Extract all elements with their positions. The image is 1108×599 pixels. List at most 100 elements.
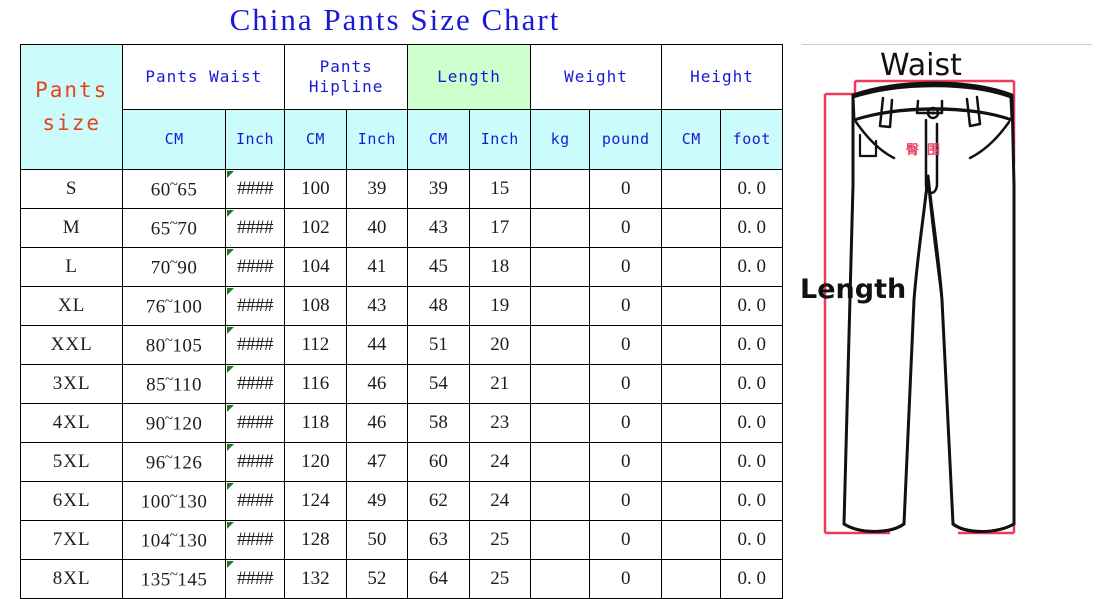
cell-length-inch: 19	[469, 287, 530, 326]
cell-length-inch: 17	[469, 209, 530, 248]
diagram-label-length: Length	[800, 274, 906, 305]
header-unit-height-cm: CM	[662, 109, 721, 169]
cell-length-inch: 24	[469, 482, 530, 521]
cell-waist-inch-text: ####	[237, 568, 273, 589]
cell-hip-inch: 46	[346, 365, 407, 404]
diagram-label-waist: Waist	[880, 48, 962, 83]
cell-hip-cm: 128	[285, 521, 346, 560]
cell-hip-inch: 49	[346, 482, 407, 521]
cell-weight-pound: 0	[590, 521, 662, 560]
cell-waist-cm: 104~130	[123, 521, 225, 560]
cell-height-foot: 0. 0	[721, 170, 783, 209]
cell-hip-cm: 102	[285, 209, 346, 248]
header-unit-waist-inch: Inch	[225, 109, 284, 169]
header-unit-height-foot: foot	[721, 109, 783, 169]
cell-hip-inch: 52	[346, 560, 407, 599]
cell-waist-inch: ####	[225, 248, 284, 287]
cell-height-cm	[662, 326, 721, 365]
cell-hip-cm: 118	[285, 404, 346, 443]
cell-hip-inch: 50	[346, 521, 407, 560]
cell-weight-kg	[530, 248, 589, 287]
cell-length-inch: 20	[469, 326, 530, 365]
cell-size: 5XL	[21, 443, 123, 482]
size-chart-page: China Pants Size Chart Pants	[0, 0, 1108, 585]
cell-weight-kg	[530, 326, 589, 365]
cell-length-cm: 63	[408, 521, 469, 560]
cell-waist-inch: ####	[225, 209, 284, 248]
cell-waist-inch-text: ####	[237, 412, 273, 433]
header-pants-size-line1: Pants	[21, 74, 122, 107]
header-group-weight: Weight	[530, 45, 661, 110]
cell-height-foot: 0. 0	[721, 287, 783, 326]
error-indicator-icon	[227, 171, 234, 178]
header-unit-waist-cm: CM	[123, 109, 225, 169]
cell-waist-inch-text: ####	[237, 490, 273, 511]
cell-weight-kg	[530, 365, 589, 404]
cell-hip-inch: 44	[346, 326, 407, 365]
cell-height-foot: 0. 0	[721, 248, 783, 287]
cell-hip-cm: 108	[285, 287, 346, 326]
cell-length-cm: 51	[408, 326, 469, 365]
header-group-pants-hipline: Pants Hipline	[285, 45, 408, 110]
cell-hip-cm: 112	[285, 326, 346, 365]
cell-waist-cm: 90~120	[123, 404, 225, 443]
cell-waist-cm: 65~70	[123, 209, 225, 248]
cell-hip-inch: 47	[346, 443, 407, 482]
cell-waist-inch-text: ####	[237, 217, 273, 238]
size-table: Pants size Pants Waist Pants Hipline Len…	[20, 44, 783, 599]
header-unit-length-inch: Inch	[469, 109, 530, 169]
error-indicator-icon	[227, 444, 234, 451]
table-body: S60~65####10039391500. 0M65~70####102404…	[21, 170, 783, 599]
cell-weight-pound: 0	[590, 287, 662, 326]
table-row: 5XL96~126####12047602400. 0	[21, 443, 783, 482]
error-indicator-icon	[227, 327, 234, 334]
table-row: L70~90####10441451800. 0	[21, 248, 783, 287]
cell-size: XL	[21, 287, 123, 326]
cell-height-cm	[662, 482, 721, 521]
table-row: 4XL90~120####11846582300. 0	[21, 404, 783, 443]
table-row: M65~70####10240431700. 0	[21, 209, 783, 248]
cell-length-cm: 45	[408, 248, 469, 287]
cell-length-inch: 23	[469, 404, 530, 443]
cell-waist-inch: ####	[225, 326, 284, 365]
cell-waist-inch-text: ####	[237, 451, 273, 472]
cell-weight-pound: 0	[590, 404, 662, 443]
cell-waist-inch: ####	[225, 482, 284, 521]
cell-length-cm: 64	[408, 560, 469, 599]
cell-waist-cm: 80~105	[123, 326, 225, 365]
table-header: Pants size Pants Waist Pants Hipline Len…	[21, 45, 783, 170]
header-unit-hip-inch: Inch	[346, 109, 407, 169]
cell-weight-pound: 0	[590, 326, 662, 365]
cell-weight-kg	[530, 560, 589, 599]
error-indicator-icon	[227, 561, 234, 568]
cell-weight-kg	[530, 170, 589, 209]
cell-height-cm	[662, 443, 721, 482]
cell-hip-cm: 120	[285, 443, 346, 482]
cell-size: 3XL	[21, 365, 123, 404]
cell-hip-cm: 124	[285, 482, 346, 521]
cell-waist-cm: 135~145	[123, 560, 225, 599]
pants-diagram: Waist 臀围 Length	[790, 0, 1108, 585]
cell-length-cm: 43	[408, 209, 469, 248]
cell-waist-inch: ####	[225, 404, 284, 443]
cell-waist-inch: ####	[225, 521, 284, 560]
cell-length-inch: 15	[469, 170, 530, 209]
header-unit-weight-kg: kg	[530, 109, 589, 169]
cell-length-cm: 62	[408, 482, 469, 521]
cell-hip-cm: 100	[285, 170, 346, 209]
table-row: 6XL100~130####12449622400. 0	[21, 482, 783, 521]
header-group-length: Length	[408, 45, 531, 110]
cell-length-inch: 25	[469, 560, 530, 599]
table-row: XL76~100####10843481900. 0	[21, 287, 783, 326]
cell-weight-kg	[530, 287, 589, 326]
cell-waist-inch: ####	[225, 443, 284, 482]
cell-weight-pound: 0	[590, 365, 662, 404]
cell-height-cm	[662, 209, 721, 248]
cell-length-cm: 54	[408, 365, 469, 404]
cell-waist-inch: ####	[225, 365, 284, 404]
cell-length-inch: 21	[469, 365, 530, 404]
error-indicator-icon	[227, 366, 234, 373]
cell-size: 8XL	[21, 560, 123, 599]
cell-height-foot: 0. 0	[721, 443, 783, 482]
error-indicator-icon	[227, 522, 234, 529]
